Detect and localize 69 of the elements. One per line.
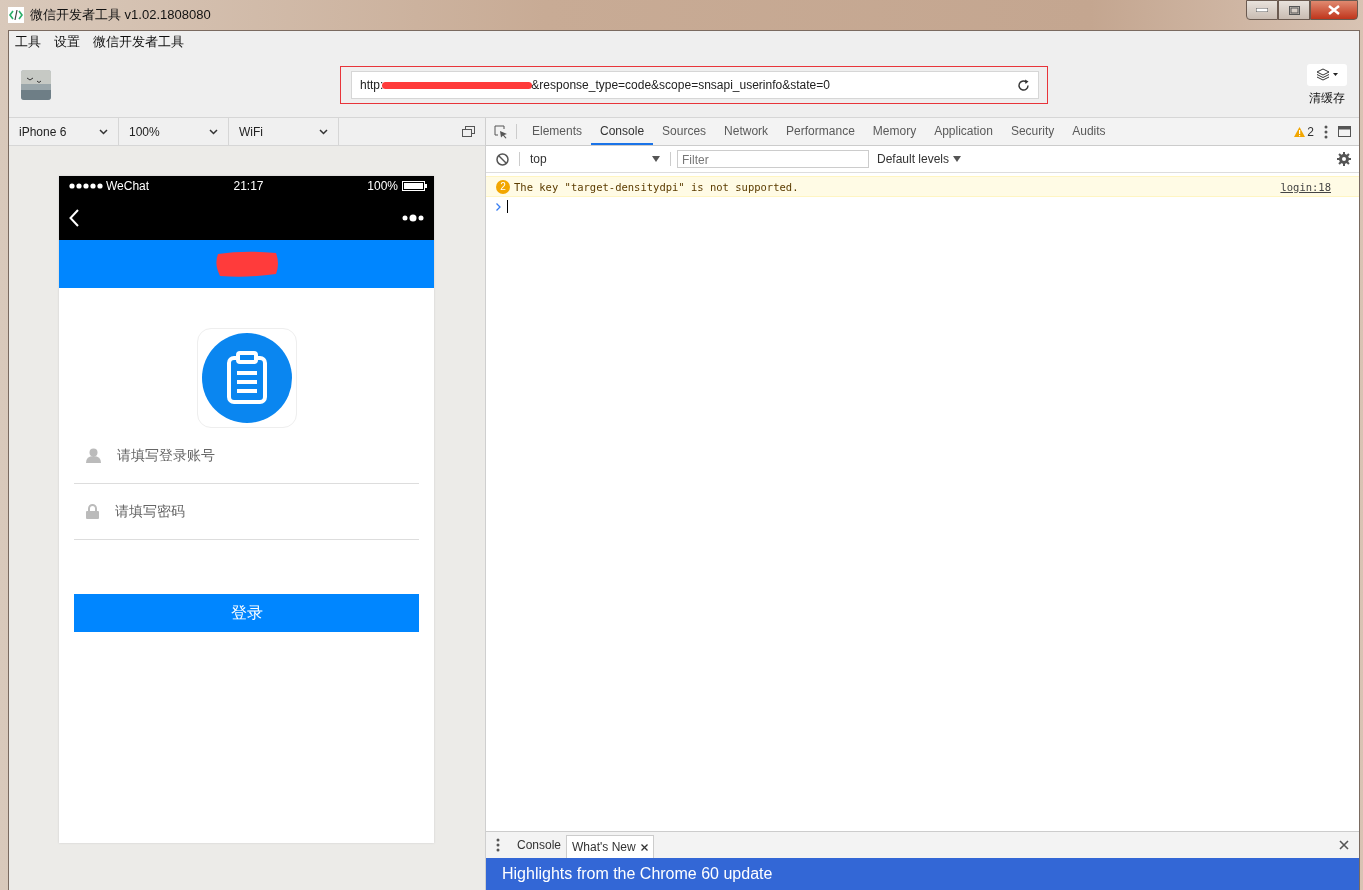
text-cursor [507, 200, 508, 213]
back-icon[interactable] [69, 209, 79, 227]
layers-icon [1316, 68, 1330, 81]
filter-field[interactable]: Filter [677, 150, 869, 168]
warning-counter[interactable]: 2 [1294, 124, 1314, 139]
address-field[interactable]: http: &response_type=code&scope=snsapi_userinfo&state=0 [351, 71, 1039, 99]
cache-label: 清缓存 [1309, 89, 1345, 107]
more-vertical-icon[interactable] [496, 838, 500, 852]
chevron-down-icon [99, 128, 108, 135]
chevron-down-icon [209, 128, 218, 135]
devtools-tab[interactable]: Audits [1063, 118, 1115, 145]
source-link[interactable]: login:18 [1280, 180, 1331, 193]
close-icon [1328, 5, 1340, 15]
minimize-button[interactable] [1246, 0, 1278, 20]
menu-item[interactable]: 工具 [15, 33, 41, 51]
lock-icon [86, 504, 99, 519]
menu-item[interactable]: 设置 [54, 33, 80, 51]
maximize-icon [1288, 5, 1300, 15]
device-dropdown[interactable]: iPhone 6 [9, 118, 119, 145]
warning-text: The key "target-densitydpi" is not supported. [514, 180, 799, 193]
devtools-tab[interactable]: Application [925, 118, 1002, 145]
device-dropdown[interactable]: 100% [119, 118, 229, 145]
more-vertical-icon[interactable] [1324, 124, 1328, 139]
input-field[interactable]: 请填写密码 [74, 484, 419, 540]
battery-label: 100% [367, 179, 398, 193]
warning-icon [1294, 126, 1306, 137]
devtools-tab[interactable]: Memory [863, 118, 926, 145]
close-button[interactable] [1310, 0, 1358, 20]
signal-icon [69, 183, 103, 189]
input-field[interactable]: 请填写登录账号 [74, 428, 419, 484]
prompt-icon [496, 202, 501, 211]
devtools-tab[interactable]: Security [1001, 118, 1064, 145]
close-icon[interactable] [640, 843, 648, 851]
context-dropdown[interactable]: top [520, 152, 670, 166]
window-title: 微信开发者工具 v1.02.1808080 [30, 6, 211, 24]
menu-item[interactable]: 微信开发者工具 [93, 33, 184, 51]
carrier-label: WeChat [106, 179, 150, 193]
more-icon[interactable] [402, 214, 424, 222]
drawer-tab[interactable]: Console [512, 832, 567, 858]
caret-icon [652, 156, 660, 162]
dock-icon[interactable] [1338, 126, 1351, 137]
caret-icon [953, 156, 962, 162]
settings-icon[interactable] [1337, 152, 1351, 166]
login-button[interactable]: 登录 [74, 594, 419, 632]
devtools-tab[interactable]: Console [591, 118, 654, 145]
chevron-down-icon [319, 128, 328, 135]
caret-icon [1333, 73, 1338, 76]
app-logo-icon [8, 7, 24, 23]
minimize-icon [1256, 8, 1268, 12]
devtools-tab[interactable]: Sources [653, 118, 716, 145]
battery-icon [402, 181, 428, 191]
devtools-tab[interactable]: Performance [777, 118, 864, 145]
repeat-count: 2 [496, 179, 510, 194]
devtools-tab[interactable]: Network [715, 118, 778, 145]
whats-new-heading: Highlights from the Chrome 60 update [486, 858, 1359, 890]
clock-label: 21:17 [233, 179, 264, 193]
levels-dropdown[interactable]: Default levels [877, 152, 962, 166]
cache-dropdown-button[interactable] [1307, 63, 1347, 86]
drawer-tab[interactable]: What's New [566, 835, 654, 858]
inspect-icon[interactable] [494, 124, 508, 139]
clear-console-icon[interactable] [496, 152, 509, 166]
close-icon[interactable] [1339, 840, 1349, 850]
maximize-button[interactable] [1278, 0, 1310, 20]
reload-icon[interactable] [1017, 78, 1030, 92]
popout-icon[interactable] [462, 126, 475, 137]
user-icon [86, 448, 101, 463]
devtools-tab[interactable]: Elements [523, 118, 592, 145]
redaction-mark [213, 250, 280, 278]
device-dropdown[interactable]: WiFi [229, 118, 339, 145]
